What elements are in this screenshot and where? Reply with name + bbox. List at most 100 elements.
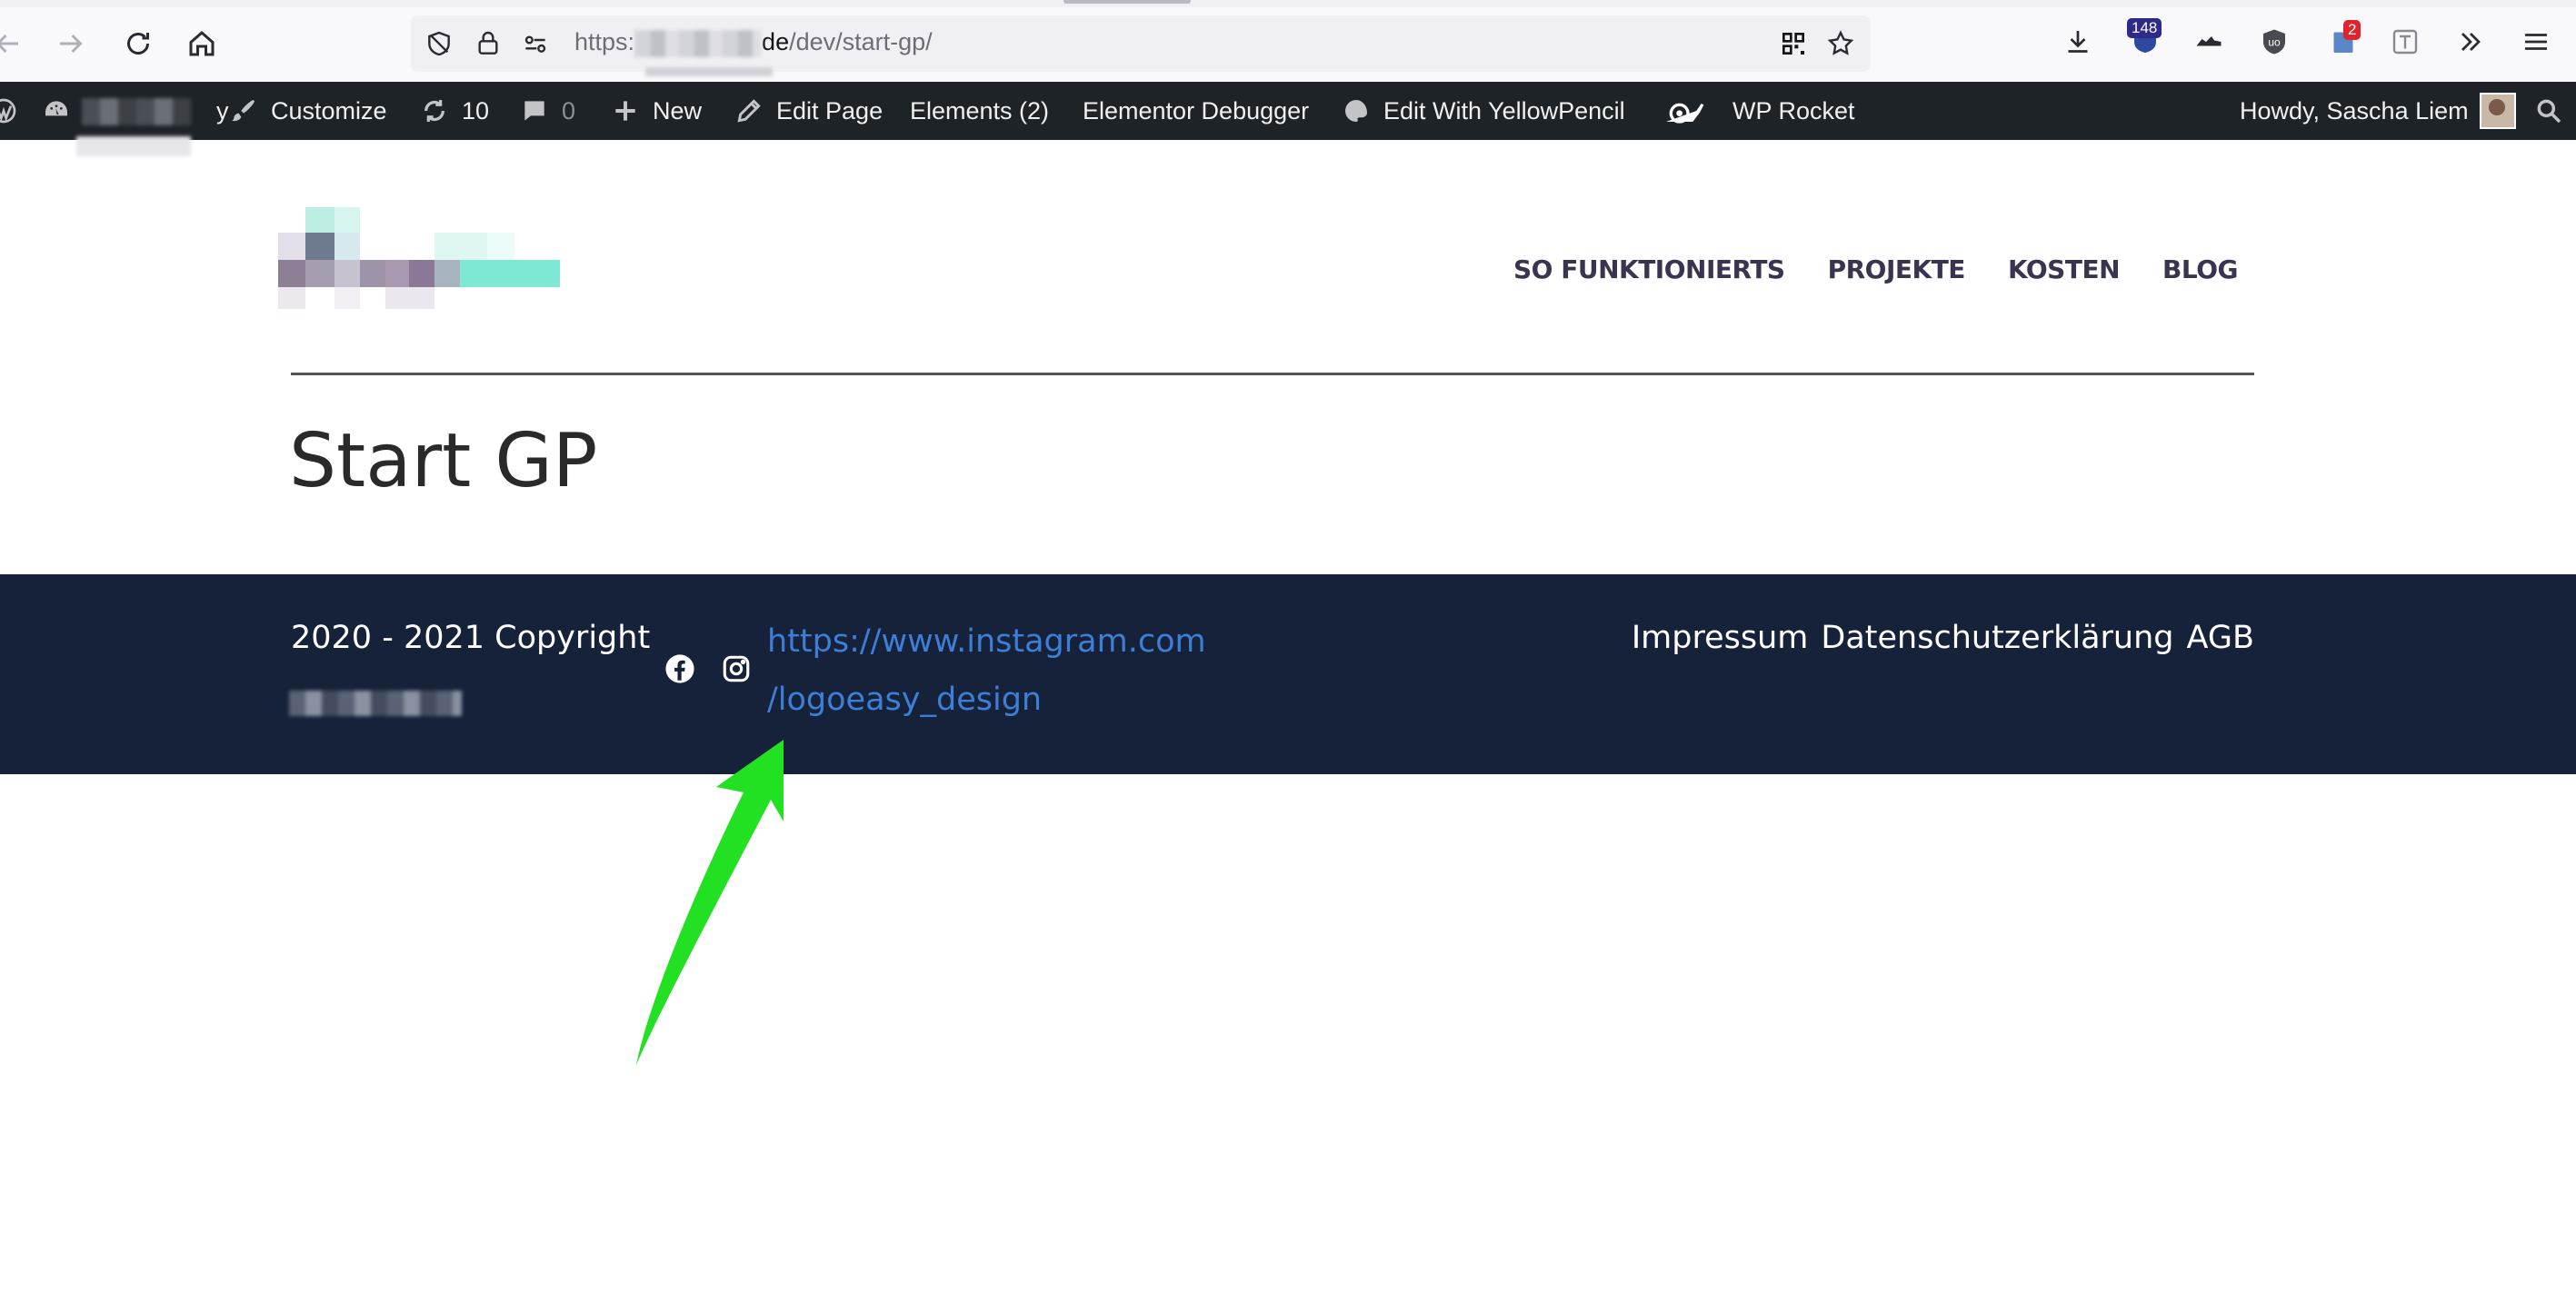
permissions-icon[interactable] bbox=[518, 26, 553, 61]
snail-icon bbox=[1666, 103, 1704, 124]
notification-count-badge: 148 bbox=[2127, 18, 2162, 38]
footer-link-agb[interactable]: AGB bbox=[2187, 620, 2254, 656]
extension-count-badge: 2 bbox=[2343, 20, 2361, 40]
nav-link-kosten[interactable]: KOSTEN bbox=[2008, 254, 2121, 284]
nav-link-so-funktionierts[interactable]: SO FUNKTIONIERTS bbox=[1513, 254, 1785, 284]
updates-count: 10 bbox=[462, 96, 490, 124]
dashboard-gauge-icon bbox=[45, 101, 67, 116]
nav-link-blog[interactable]: BLOG bbox=[2162, 254, 2238, 284]
logo-pixel bbox=[434, 260, 460, 287]
redacted-company-name bbox=[289, 691, 462, 716]
logo-pixel bbox=[278, 260, 305, 287]
logo-pixel bbox=[305, 207, 334, 233]
page-title: Start GP bbox=[289, 418, 598, 504]
new-content-menu[interactable]: New bbox=[611, 82, 702, 140]
header-divider bbox=[291, 373, 2254, 375]
url-scheme: https: bbox=[574, 28, 635, 55]
footer-legal-links: Impressum Datenschutzerklärung AGB bbox=[1632, 620, 2254, 656]
logo-pixel bbox=[278, 287, 305, 309]
yellowpencil-menu[interactable]: Edit With YellowPencil bbox=[1342, 82, 1625, 140]
site-name-suffix: y bbox=[216, 96, 229, 124]
instagram-url-line2: /logoeasy_design bbox=[767, 682, 1043, 718]
back-arrow-icon[interactable] bbox=[0, 24, 27, 64]
logo-pixel bbox=[385, 287, 434, 309]
logo-pixel bbox=[385, 260, 409, 287]
instagram-url-link[interactable]: https://www.instagram.com /logoeasy_desi… bbox=[767, 612, 1240, 729]
site-logo[interactable] bbox=[215, 182, 596, 309]
redacted-domain bbox=[634, 29, 763, 57]
address-bar[interactable]: https: de/dev/start-gp/ bbox=[411, 15, 1871, 72]
elementor-debugger-label: Elementor Debugger bbox=[1083, 96, 1310, 124]
footer-link-datenschutz[interactable]: Datenschutzerklärung bbox=[1821, 620, 2173, 656]
ublock-origin-icon[interactable]: uo bbox=[2254, 22, 2294, 62]
copyright-text: 2020 - 2021 Copyright bbox=[291, 620, 651, 656]
wp-rocket-menu[interactable]: WP Rocket bbox=[1663, 82, 1855, 140]
logo-pixel bbox=[334, 287, 360, 309]
font-extension-icon[interactable] bbox=[2385, 22, 2425, 62]
main-navigation: SO FUNKTIONIERTS PROJEKTE KOSTEN BLOG bbox=[1513, 254, 2238, 284]
facebook-icon[interactable] bbox=[662, 651, 698, 687]
tab-indicator bbox=[1063, 0, 1191, 4]
comments-count: 0 bbox=[562, 96, 576, 124]
forward-arrow-icon[interactable] bbox=[51, 24, 91, 64]
bookmark-star-icon[interactable] bbox=[1823, 26, 1858, 61]
customize-menu[interactable]: Customize bbox=[229, 82, 387, 140]
page-extension-icon[interactable]: 2 bbox=[2323, 20, 2363, 62]
site-footer: 2020 - 2021 Copyright https://www.instag… bbox=[0, 574, 2576, 774]
lock-icon[interactable] bbox=[471, 26, 505, 61]
howdy-label: Howdy, Sascha Liem bbox=[2240, 96, 2469, 124]
logo-pixel bbox=[434, 233, 487, 260]
pencil-icon bbox=[737, 99, 761, 123]
logo-pixel bbox=[334, 207, 360, 233]
url-text[interactable]: https: de/dev/start-gp/ bbox=[574, 28, 933, 57]
admin-search-icon[interactable] bbox=[2534, 82, 2576, 140]
logo-pixel bbox=[487, 233, 514, 260]
edit-page-menu[interactable]: Edit Page bbox=[734, 82, 883, 140]
reload-icon[interactable] bbox=[118, 24, 158, 64]
redacted-domain-trail bbox=[645, 67, 773, 76]
elements-menu[interactable]: Elements (2) bbox=[910, 82, 1049, 140]
home-icon[interactable] bbox=[182, 24, 222, 64]
qr-code-icon[interactable] bbox=[1776, 26, 1811, 61]
hamburger-menu-icon[interactable] bbox=[2516, 22, 2556, 62]
instagram-url-line1: https://www.instagram.com bbox=[767, 623, 1206, 660]
updates-refresh-icon bbox=[424, 100, 444, 122]
account-menu[interactable]: Howdy, Sascha Liem bbox=[2240, 82, 2516, 140]
downloads-icon[interactable] bbox=[2058, 22, 2098, 62]
wordpress-logo-icon[interactable] bbox=[0, 82, 31, 140]
nav-link-projekte[interactable]: PROJEKTE bbox=[1828, 254, 1966, 284]
logo-pixel bbox=[305, 233, 334, 260]
updates-menu[interactable]: 10 bbox=[420, 82, 489, 140]
logo-pixel bbox=[305, 260, 334, 287]
logo-pixel bbox=[278, 233, 305, 260]
elements-label: Elements (2) bbox=[910, 96, 1050, 124]
logo-pixel bbox=[334, 260, 360, 287]
avatar bbox=[2479, 93, 2516, 129]
comment-bubble-icon bbox=[524, 101, 544, 121]
logo-pixel bbox=[360, 260, 385, 287]
new-label: New bbox=[653, 96, 703, 124]
comments-menu[interactable]: 0 bbox=[520, 82, 575, 140]
url-host-end: de bbox=[762, 28, 790, 55]
footer-link-impressum[interactable]: Impressum bbox=[1632, 620, 1809, 656]
notifications-extension-icon[interactable]: 148 bbox=[2125, 18, 2165, 62]
instagram-icon[interactable] bbox=[718, 651, 754, 687]
paintbrush-icon bbox=[231, 100, 255, 122]
svg-text:uo: uo bbox=[2268, 36, 2281, 49]
yellowpencil-label: Edit With YellowPencil bbox=[1383, 96, 1625, 124]
redacted-site-name bbox=[82, 98, 191, 125]
plus-icon bbox=[615, 101, 635, 121]
redacted-site-name-trail bbox=[76, 136, 191, 156]
logo-pixel bbox=[409, 260, 434, 287]
edit-page-label: Edit Page bbox=[776, 96, 884, 124]
logo-pixel bbox=[460, 260, 560, 287]
logo-pixel bbox=[334, 233, 360, 260]
tracking-shield-icon[interactable] bbox=[422, 26, 456, 61]
sneaker-extension-icon[interactable] bbox=[2189, 22, 2229, 62]
url-path: /dev/start-gp/ bbox=[789, 28, 933, 55]
elementor-debugger-menu[interactable]: Elementor Debugger bbox=[1083, 82, 1309, 140]
palette-icon bbox=[1345, 100, 1367, 122]
overflow-chevrons-icon[interactable] bbox=[2451, 22, 2491, 62]
tab-strip-edge bbox=[0, 0, 2576, 7]
wp-rocket-label: WP Rocket bbox=[1732, 96, 1855, 124]
